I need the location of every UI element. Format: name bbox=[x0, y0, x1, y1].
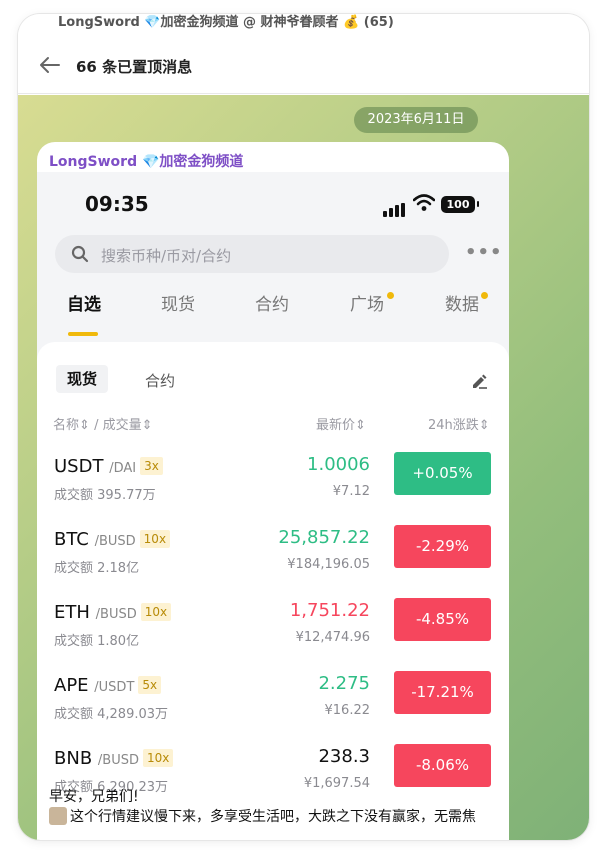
sort-icon: ⇕ bbox=[355, 418, 366, 433]
status-time: 09:35 bbox=[85, 192, 149, 216]
tab-data[interactable]: 数据 bbox=[445, 290, 479, 315]
leverage-badge: 10x bbox=[139, 530, 171, 548]
ticker-row-eth[interactable]: ETH /BUSD 10x 成交额 1.80亿 1,751.22 ¥12,474.… bbox=[37, 592, 509, 665]
ticker-fiat: ¥7.12 bbox=[332, 484, 370, 499]
pinned-header: 66 条已置顶消息 bbox=[18, 36, 589, 94]
ticker-volume: 成交额 1.80亿 bbox=[54, 634, 140, 649]
sort-icon: ⇕ bbox=[478, 418, 490, 433]
col-name[interactable]: 名称⇕ / 成交量⇕ bbox=[53, 414, 152, 433]
ticker-base: USDT bbox=[54, 456, 104, 477]
wifi-icon bbox=[413, 194, 435, 211]
search-placeholder: 搜索币种/币对/合约 bbox=[101, 247, 232, 265]
ticker-volume: 成交额 395.77万 bbox=[54, 488, 156, 503]
ticker-symbol: APE /USDT 5x bbox=[54, 675, 162, 696]
sort-icon: ⇕ bbox=[141, 418, 153, 433]
ticker-price: 2.275 bbox=[318, 673, 370, 694]
col-change[interactable]: 24h涨跌⇕ bbox=[428, 414, 490, 433]
col-name-label: 名称 bbox=[53, 418, 80, 433]
sender-name[interactable]: LongSword 💎加密金狗频道 bbox=[49, 151, 243, 171]
ticker-price: 238.3 bbox=[318, 746, 370, 767]
message-line-2-text: 这个行情建议慢下来，多享受生活吧，大跌之下没有赢家，无需焦 bbox=[70, 809, 476, 825]
ticker-base: BNB bbox=[54, 748, 93, 769]
leverage-badge: 10x bbox=[140, 603, 172, 621]
active-tab-indicator bbox=[68, 332, 98, 336]
more-options-icon[interactable]: ••• bbox=[465, 242, 503, 263]
message-text: 早安，兄弟们! 这个行情建议慢下来，多享受生活吧，大跌之下没有赢家，无需焦 bbox=[49, 787, 476, 827]
ticker-symbol: ETH /BUSD 10x bbox=[54, 602, 172, 623]
tab-square[interactable]: 广场 bbox=[350, 290, 384, 315]
tab-favorites[interactable]: 自选 bbox=[67, 290, 101, 315]
ticker-price: 1,751.22 bbox=[289, 600, 370, 621]
ticker-base: BTC bbox=[54, 529, 89, 550]
ticker-quote: /DAI bbox=[109, 461, 137, 476]
search-input[interactable]: 搜索币种/币对/合约 bbox=[55, 235, 449, 273]
sort-icon: ⇕ bbox=[79, 418, 90, 433]
message-line-1: 早安，兄弟们! bbox=[49, 789, 139, 805]
ticker-quote: /USDT bbox=[94, 680, 135, 695]
subtab-futures[interactable]: 合约 bbox=[145, 370, 175, 391]
sticker-thumbnail-icon bbox=[49, 807, 67, 825]
col-last-price-label: 最新价 bbox=[316, 418, 356, 433]
ticker-row-ape[interactable]: APE /USDT 5x 成交额 4,289.03万 2.275 ¥16.22 -… bbox=[37, 665, 509, 738]
change-badge[interactable]: -17.21% bbox=[394, 671, 491, 714]
change-badge[interactable]: +0.05% bbox=[394, 452, 491, 495]
cellular-signal-icon bbox=[383, 198, 407, 217]
ticker-volume: 成交额 4,289.03万 bbox=[54, 707, 169, 722]
battery-icon: 100 bbox=[441, 196, 479, 213]
tab-square-dot bbox=[387, 292, 394, 299]
ticker-symbol: USDT /DAI 3x bbox=[54, 456, 163, 477]
ticker-quote: /BUSD bbox=[97, 753, 139, 768]
search-icon bbox=[71, 245, 89, 263]
ticker-row-usdt[interactable]: USDT /DAI 3x 成交额 395.77万 1.0006 ¥7.12 +0.… bbox=[37, 446, 509, 519]
leverage-badge: 10x bbox=[142, 749, 174, 767]
telegram-window: LongSword 💎加密金狗频道 @ 财神爷眷顾者 💰 (65) 66 条已置… bbox=[18, 14, 589, 840]
ticker-quote: /BUSD bbox=[94, 534, 136, 549]
tab-data-dot bbox=[481, 292, 488, 299]
ticker-fiat: ¥12,474.96 bbox=[295, 630, 370, 645]
change-badge[interactable]: -4.85% bbox=[394, 598, 491, 641]
attached-screenshot[interactable]: 09:35 100 搜索币种/币对/合约 ••• 自选 现货 合约 广场 数据 … bbox=[37, 172, 509, 802]
message-bubble[interactable]: LongSword 💎加密金狗频道 09:35 100 搜索币种/币对/合约 •… bbox=[37, 142, 509, 840]
tab-spot[interactable]: 现货 bbox=[161, 290, 195, 315]
change-badge[interactable]: -8.06% bbox=[394, 744, 491, 787]
ticker-row-btc[interactable]: BTC /BUSD 10x 成交额 2.18亿 25,857.22 ¥184,19… bbox=[37, 519, 509, 592]
ticker-base: ETH bbox=[54, 602, 90, 623]
leverage-badge: 5x bbox=[138, 676, 162, 694]
edit-icon[interactable] bbox=[470, 372, 488, 390]
leverage-badge: 3x bbox=[140, 457, 163, 475]
col-last-price[interactable]: 最新价⇕ bbox=[316, 414, 366, 433]
col-change-label: 24h涨跌 bbox=[428, 418, 479, 433]
col-volume-label: / 成交量 bbox=[94, 418, 142, 433]
chat-background: 2023年6月11日 LongSword 💎加密金狗频道 09:35 100 搜… bbox=[18, 95, 589, 840]
date-pill: 2023年6月11日 bbox=[354, 107, 478, 133]
ticker-base: APE bbox=[54, 675, 89, 696]
change-badge[interactable]: -2.29% bbox=[394, 525, 491, 568]
ticker-fiat: ¥184,196.05 bbox=[287, 557, 370, 572]
ticker-symbol: BTC /BUSD 10x bbox=[54, 529, 171, 550]
pinned-messages-title: 66 条已置顶消息 bbox=[76, 58, 193, 76]
ticker-price: 25,857.22 bbox=[278, 527, 370, 548]
message-line-2: 这个行情建议慢下来，多享受生活吧，大跌之下没有赢家，无需焦 bbox=[49, 807, 476, 827]
chat-title-strip: LongSword 💎加密金狗频道 @ 财神爷眷顾者 💰 (65) bbox=[18, 14, 589, 36]
tab-futures[interactable]: 合约 bbox=[255, 290, 289, 315]
ticker-quote: /BUSD bbox=[95, 607, 137, 622]
back-arrow-icon[interactable] bbox=[38, 56, 60, 74]
ticker-volume: 成交额 2.18亿 bbox=[54, 561, 140, 576]
ticker-symbol: BNB /BUSD 10x bbox=[54, 748, 174, 769]
ticker-price: 1.0006 bbox=[307, 454, 370, 475]
subtab-spot[interactable]: 现货 bbox=[56, 365, 108, 393]
main-tabs: 自选 现货 合约 广场 数据 bbox=[37, 290, 509, 326]
watchlist-card: 现货 合约 名称⇕ / 成交量⇕ 最新价⇕ 24h涨跌⇕ USDT /DAI 3… bbox=[37, 342, 509, 802]
ticker-fiat: ¥16.22 bbox=[324, 703, 371, 718]
